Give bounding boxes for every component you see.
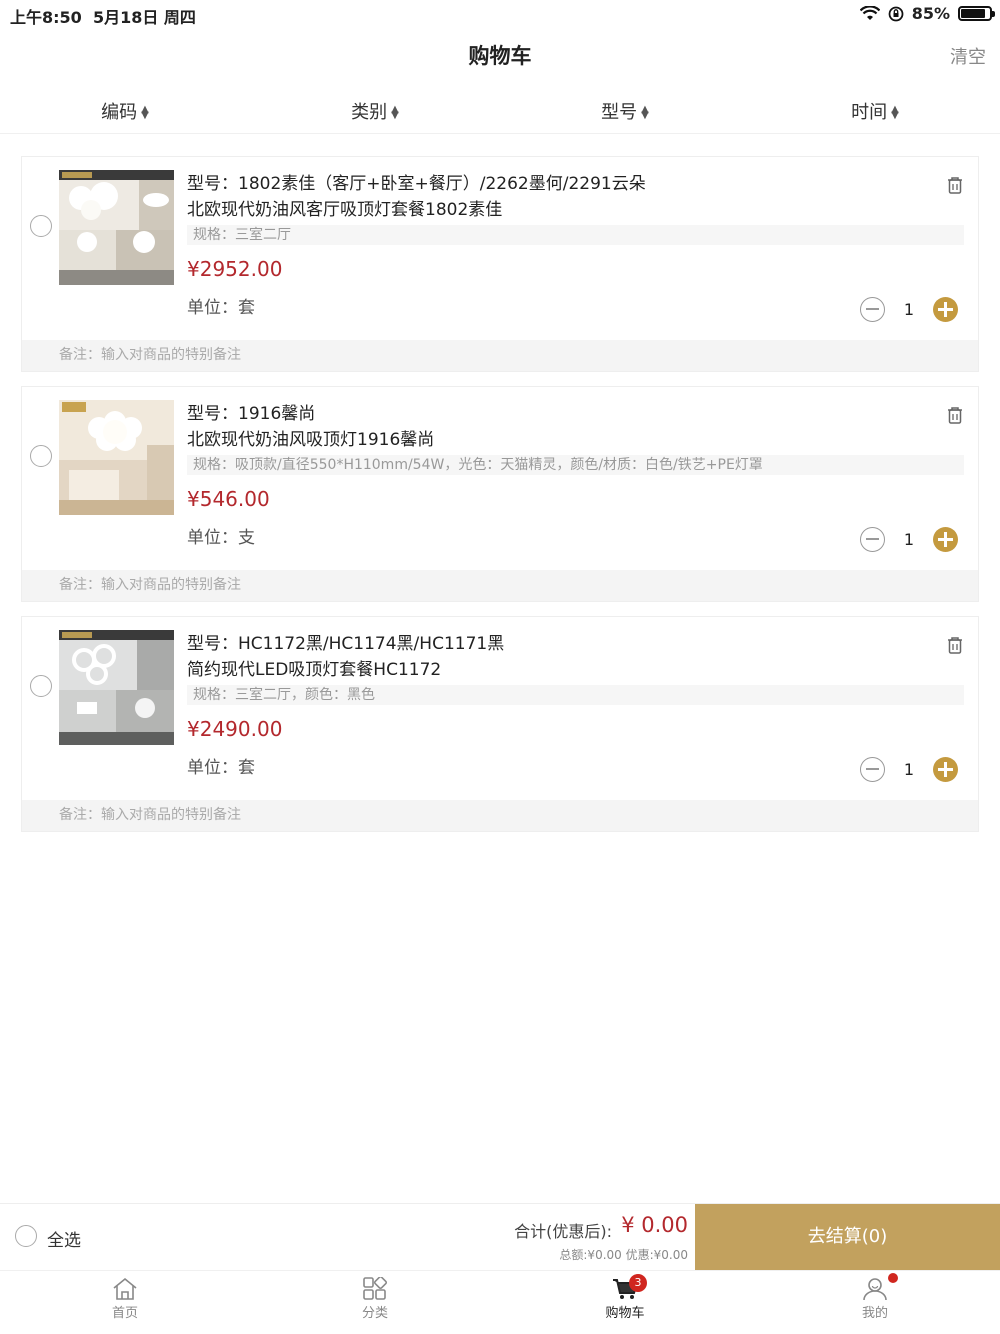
item-name[interactable]: 简约现代LED吸顶灯套餐HC1172 [187, 657, 964, 683]
item-info: 型号：1916馨尚 北欧现代奶油风吸顶灯1916馨尚 规格：吸顶款/直径550*… [187, 401, 964, 548]
item-spec: 规格：三室二厅 [187, 225, 964, 245]
profile-icon [863, 1278, 887, 1301]
page-title: 购物车 [468, 44, 532, 68]
subtotal-detail: 总额:¥0.00 优惠:¥0.00 [559, 1248, 688, 1262]
cart-badge: 3 [629, 1274, 647, 1292]
item-select-radio[interactable] [30, 675, 52, 697]
trash-icon[interactable] [946, 635, 964, 655]
checkout-button[interactable]: 去结算(0) [695, 1204, 1000, 1270]
tab-label: 首页 [111, 1306, 138, 1321]
total-value: ¥ 0.00 [621, 1213, 688, 1237]
sort-category[interactable]: 类别 ▲ ▼ [250, 84, 500, 133]
orientation-lock-icon [888, 6, 904, 21]
item-model: 型号：1916馨尚 [187, 404, 316, 424]
battery-icon [958, 6, 995, 21]
decrease-button[interactable] [860, 527, 885, 552]
item-info: 型号：HC1172黑/HC1174黑/HC1171黑 简约现代LED吸顶灯套餐H… [187, 631, 964, 778]
tab-label: 购物车 [605, 1306, 645, 1321]
item-model: 型号：1802素佳（客厅+卧室+餐厅）/2262墨何/2291云朵 [187, 174, 646, 194]
home-icon [113, 1277, 137, 1300]
notification-dot [888, 1273, 898, 1283]
item-unit: 单位：支 [187, 528, 255, 548]
decrease-button[interactable] [860, 757, 885, 782]
sort-code[interactable]: 编码 ▲ ▼ [0, 84, 250, 133]
trash-icon[interactable] [946, 405, 964, 425]
quantity-value[interactable]: 1 [885, 530, 933, 549]
trash-icon[interactable] [946, 175, 964, 195]
wifi-icon [859, 5, 880, 20]
remark-input[interactable]: 备注：输入对商品的特别备注 [22, 800, 978, 831]
item-select-radio[interactable] [30, 215, 52, 237]
item-spec: 规格：吸顶款/直径550*H110mm/54W，光色：天猫精灵，颜色/材质：白色… [187, 455, 964, 475]
category-icon [363, 1277, 388, 1300]
sort-bar: 编码 ▲ ▼ 类别 ▲ ▼ 型号 ▲ ▼ 时间 ▲ ▼ [0, 84, 1000, 134]
item-name[interactable]: 北欧现代奶油风吸顶灯1916馨尚 [187, 427, 964, 453]
quantity-value[interactable]: 1 [885, 300, 933, 319]
quantity-stepper: 1 [860, 527, 958, 552]
item-name[interactable]: 北欧现代奶油风客厅吸顶灯套餐1802素佳 [187, 197, 964, 223]
product-image[interactable] [59, 400, 174, 515]
tab-cart[interactable]: 3 购物车 [500, 1271, 750, 1334]
checkout-bar: 全选 合计(优惠后): ¥ 0.00 总额:¥0.00 优惠:¥0.00 去结算… [0, 1203, 1000, 1270]
nav-bar: 购物车 清空 [0, 28, 1000, 84]
increase-button[interactable] [933, 297, 958, 322]
item-select-radio[interactable] [30, 445, 52, 467]
clear-button[interactable]: 清空 [950, 43, 986, 69]
tab-bar: 首页 分类 3 购物车 我的 [0, 1270, 1000, 1334]
quantity-value[interactable]: 1 [885, 760, 933, 779]
sort-caret-icon: ▲ ▼ [391, 104, 399, 121]
increase-button[interactable] [933, 527, 958, 552]
sort-model[interactable]: 型号 ▲ ▼ [500, 84, 750, 133]
product-image[interactable] [59, 170, 174, 285]
item-info: 型号：1802素佳（客厅+卧室+餐厅）/2262墨何/2291云朵 北欧现代奶油… [187, 171, 964, 318]
sort-caret-icon: ▲ ▼ [141, 104, 149, 121]
item-unit: 单位：套 [187, 298, 255, 318]
remark-input[interactable]: 备注：输入对商品的特别备注 [22, 340, 978, 371]
tab-home[interactable]: 首页 [0, 1271, 250, 1334]
tab-category[interactable]: 分类 [250, 1271, 500, 1334]
sort-caret-icon: ▲ ▼ [891, 104, 899, 121]
tab-label: 我的 [861, 1306, 888, 1321]
quantity-stepper: 1 [860, 757, 958, 782]
sort-time[interactable]: 时间 ▲ ▼ [750, 84, 1000, 133]
item-model: 型号：HC1172黑/HC1174黑/HC1171黑 [187, 634, 505, 654]
status-time: 上午8:50 5月18日 周四 [10, 8, 196, 27]
remark-input[interactable]: 备注：输入对商品的特别备注 [22, 570, 978, 601]
item-spec: 规格：三室二厅，颜色：黑色 [187, 685, 964, 705]
cart-item: 型号：HC1172黑/HC1174黑/HC1171黑 简约现代LED吸顶灯套餐H… [21, 616, 979, 832]
quantity-stepper: 1 [860, 297, 958, 322]
product-image[interactable] [59, 630, 174, 745]
select-all-label[interactable]: 全选 [47, 1226, 81, 1251]
increase-button[interactable] [933, 757, 958, 782]
battery-percent: 85% [911, 4, 950, 23]
item-price: ¥546.00 [187, 487, 270, 511]
sort-caret-icon: ▲ ▼ [641, 104, 649, 121]
item-price: ¥2490.00 [187, 717, 283, 741]
cart-list: 型号：1802素佳（客厅+卧室+餐厅）/2262墨何/2291云朵 北欧现代奶油… [21, 156, 979, 846]
status-bar: 上午8:50 5月18日 周四 85% [0, 0, 1000, 28]
status-right: 85% [859, 4, 995, 23]
cart-item: 型号：1916馨尚 北欧现代奶油风吸顶灯1916馨尚 规格：吸顶款/直径550*… [21, 386, 979, 602]
cart-item: 型号：1802素佳（客厅+卧室+餐厅）/2262墨何/2291云朵 北欧现代奶油… [21, 156, 979, 372]
select-all-radio[interactable] [15, 1225, 37, 1247]
tab-profile[interactable]: 我的 [750, 1271, 1000, 1334]
item-unit: 单位：套 [187, 758, 255, 778]
total-label: 合计(优惠后): [514, 1222, 612, 1241]
decrease-button[interactable] [860, 297, 885, 322]
tab-label: 分类 [361, 1306, 388, 1321]
item-price: ¥2952.00 [187, 257, 283, 281]
